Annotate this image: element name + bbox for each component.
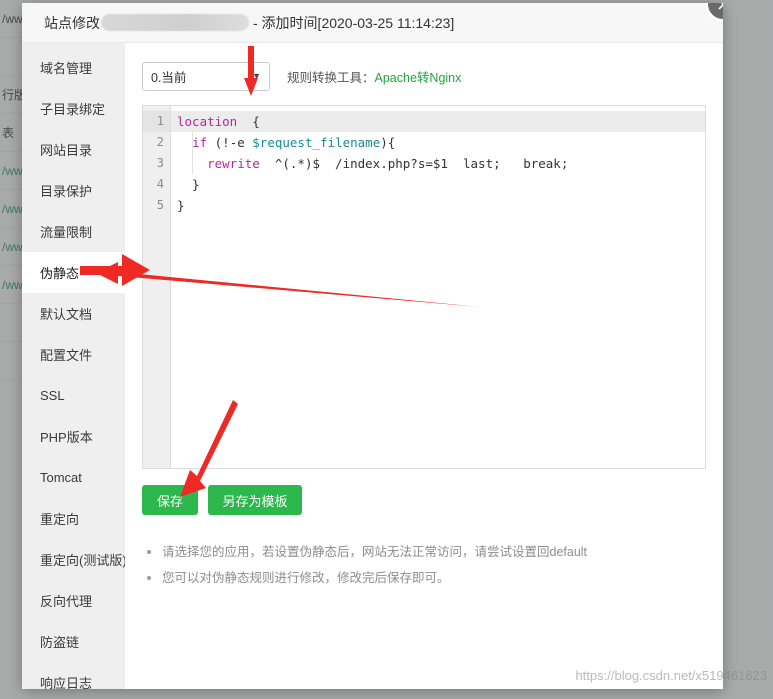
sidebar-item-label: 伪静态: [40, 266, 80, 281]
sidebar-item-rewrite[interactable]: 伪静态: [22, 252, 125, 293]
sidebar-item-label: 响应日志: [40, 676, 93, 689]
sidebar-item-directory-protect[interactable]: 目录保护: [22, 170, 125, 211]
site-edit-modal: 站点修改 - 添加时间[2020-03-25 11:14:23] 域名管理 子目…: [22, 3, 723, 689]
sidebar-item-label: 防盗链: [40, 635, 80, 650]
editor-code-area[interactable]: location { if (!-e $request_filename){ r…: [171, 106, 705, 468]
sidebar-item-label: 默认文档: [40, 307, 93, 322]
help-note-text: 请选择您的应用，若设置伪静态后，网站无法正常访问，请尝试设置回default: [162, 545, 588, 559]
sidebar-item-tomcat[interactable]: Tomcat: [22, 457, 125, 498]
code-line: }: [171, 195, 705, 216]
line-number: 5: [156, 198, 164, 212]
sidebar-item-redirect[interactable]: 重定向: [22, 498, 125, 539]
converter-label: 规则转换工具：: [287, 70, 375, 85]
sidebar-item-redirect-beta[interactable]: 重定向(测试版): [22, 539, 127, 580]
editor-actions: 保存 另存为模板: [142, 485, 706, 515]
code-line: location {: [171, 111, 705, 132]
line-number: 3: [156, 156, 164, 170]
sidebar-item-label: 域名管理: [40, 61, 93, 76]
code-token: }: [177, 177, 200, 192]
code-line: if (!-e $request_filename){: [171, 132, 705, 153]
sidebar-item-config-file[interactable]: 配置文件: [22, 334, 125, 375]
save-button[interactable]: 保存: [142, 485, 198, 515]
sidebar-item-traffic-limit[interactable]: 流量限制: [22, 211, 125, 252]
code-line: }: [171, 174, 705, 195]
code-token: {: [237, 114, 260, 129]
rewrite-code-editor[interactable]: 1 2 3 4 5 location { if (!-e $request_fi…: [142, 105, 706, 469]
bullet-icon: [147, 550, 151, 554]
line-number: 2: [156, 135, 164, 149]
modal-sidebar: 域名管理 子目录绑定 网站目录 目录保护 流量限制 伪静态 默认文档 配置文件 …: [22, 43, 127, 689]
sidebar-item-label: 网站目录: [40, 143, 93, 158]
modal-title-prefix: 站点修改: [44, 14, 100, 31]
code-line: rewrite ^(.*)$ /index.php?s=$1 last; bre…: [171, 153, 705, 174]
redacted-domain: [101, 14, 249, 31]
code-token: ^(.*)$ /index.php?s=$1 last; break;: [259, 156, 569, 171]
modal-header: 站点修改 - 添加时间[2020-03-25 11:14:23]: [22, 3, 723, 43]
code-token: rewrite: [207, 156, 260, 171]
help-note: 您可以对伪静态规则进行修改，修改完后保存即可。: [147, 565, 706, 591]
code-token: location: [177, 114, 238, 129]
sidebar-item-label: 重定向: [40, 512, 80, 527]
rewrite-rule-select[interactable]: 0.当前 ▼: [142, 61, 270, 91]
code-token: (!-e: [207, 135, 253, 150]
rewrite-rule-select-value: 0.当前: [151, 70, 187, 85]
sidebar-item-label: 流量限制: [40, 225, 93, 240]
save-as-template-button[interactable]: 另存为模板: [208, 485, 302, 515]
sidebar-item-label: 重定向(测试版): [40, 553, 127, 568]
modal-title: 站点修改 - 添加时间[2020-03-25 11:14:23]: [44, 13, 454, 33]
modal-content: 0.当前 ▼ 规则转换工具： Apache转Nginx 1 2 3 4 5 lo…: [125, 43, 723, 689]
sidebar-item-label: 配置文件: [40, 348, 93, 363]
code-token: }: [177, 198, 185, 213]
line-number: 1: [143, 111, 170, 132]
sidebar-item-domain-manage[interactable]: 域名管理: [22, 47, 125, 88]
sidebar-item-label: 反向代理: [40, 594, 93, 609]
sidebar-item-label: 子目录绑定: [40, 102, 106, 117]
sidebar-item-default-document[interactable]: 默认文档: [22, 293, 125, 334]
code-token: if: [192, 135, 208, 150]
sidebar-item-hotlink-protect[interactable]: 防盗链: [22, 621, 125, 662]
help-notes: 请选择您的应用，若设置伪静态后，网站无法正常访问，请尝试设置回default 您…: [142, 539, 706, 591]
sidebar-item-response-log[interactable]: 响应日志: [22, 662, 125, 689]
sidebar-item-ssl[interactable]: SSL: [22, 375, 125, 416]
bullet-icon: [147, 576, 151, 580]
chevron-down-icon: ▼: [252, 70, 261, 81]
code-token: $request_filename: [252, 135, 381, 150]
sidebar-item-subdir-binding[interactable]: 子目录绑定: [22, 88, 125, 129]
rewrite-toolbar: 0.当前 ▼ 规则转换工具： Apache转Nginx: [142, 61, 706, 91]
sidebar-item-reverse-proxy[interactable]: 反向代理: [22, 580, 125, 621]
sidebar-item-site-directory[interactable]: 网站目录: [22, 129, 125, 170]
help-note: 请选择您的应用，若设置伪静态后，网站无法正常访问，请尝试设置回default: [147, 539, 706, 565]
line-number: 4: [156, 177, 164, 191]
help-note-text: 您可以对伪静态规则进行修改，修改完后保存即可。: [162, 571, 450, 585]
sidebar-item-label: PHP版本: [40, 430, 93, 445]
sidebar-item-label: Tomcat: [40, 470, 82, 485]
indent-guide: [192, 132, 193, 174]
watermark: https://blog.csdn.net/x519461623: [575, 668, 767, 683]
editor-gutter: 1 2 3 4 5: [143, 106, 171, 468]
modal-body: 域名管理 子目录绑定 网站目录 目录保护 流量限制 伪静态 默认文档 配置文件 …: [22, 43, 723, 689]
apache-to-nginx-link[interactable]: Apache转Nginx: [375, 67, 462, 86]
sidebar-item-label: SSL: [40, 388, 65, 403]
code-token: ){: [380, 135, 396, 150]
modal-title-suffix: - 添加时间[2020-03-25 11:14:23]: [253, 14, 455, 31]
screen: /www用行版本表/www/www/www/www 站点修改 - 添加时间[20…: [0, 0, 773, 699]
sidebar-item-php-version[interactable]: PHP版本: [22, 416, 125, 457]
sidebar-item-label: 目录保护: [40, 184, 93, 199]
